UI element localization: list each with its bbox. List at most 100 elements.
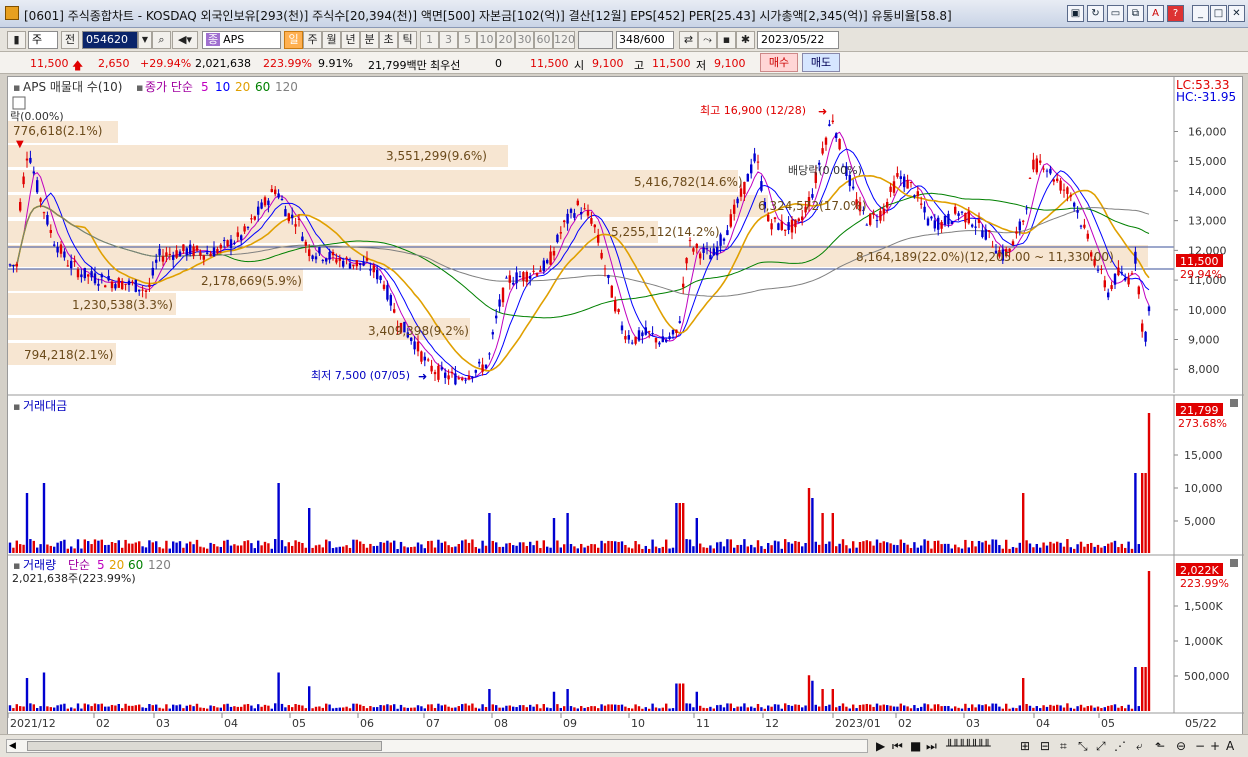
sell-button[interactable]: 매도: [802, 53, 840, 72]
minute-5[interactable]: 5: [458, 31, 477, 49]
window-icon[interactable]: ⧉: [1127, 5, 1144, 22]
volume-bar: [821, 689, 824, 711]
chart-scrollbar[interactable]: ◀: [6, 739, 868, 753]
volume-panel-close-icon[interactable]: [1230, 559, 1238, 567]
minute-10[interactable]: 10: [477, 31, 496, 49]
period-week[interactable]: 주: [303, 31, 322, 49]
amount-bar: [675, 503, 678, 553]
volume-bar: [416, 705, 420, 711]
volume-bar: [488, 689, 491, 711]
amount-bar: [267, 543, 270, 553]
chart-type-icon[interactable]: ▮: [7, 31, 26, 49]
volume-bar: [427, 704, 430, 711]
tool-icon-2[interactable]: ⊟: [1040, 738, 1050, 754]
volume-bar: [447, 706, 450, 711]
x-tick-label: 05: [1101, 717, 1115, 730]
chart-area[interactable]: 776,618(2.1%) 3,551,299(9.6%) 5,416,782(14…: [7, 76, 1244, 737]
tool-icon-7[interactable]: ⤶: [1136, 738, 1143, 754]
stop-icon[interactable]: ■: [910, 738, 921, 754]
volume-bar: [189, 704, 192, 711]
scroll-icon[interactable]: ⇄: [679, 31, 698, 49]
help-icon[interactable]: ?: [1167, 5, 1184, 22]
amount-bar: [1073, 548, 1076, 553]
refresh-icon[interactable]: ↻: [1087, 5, 1104, 22]
zoom-out-icon[interactable]: ⊖: [1176, 738, 1186, 754]
amount-bar: [977, 540, 981, 553]
stock-chart-svg[interactable]: 776,618(2.1%) 3,551,299(9.6%) 5,416,782(14…: [7, 77, 1244, 737]
next-icon[interactable]: ⏭: [926, 738, 937, 754]
first-icon[interactable]: ▶: [876, 738, 885, 754]
tool-icon-3[interactable]: ⌗: [1060, 738, 1067, 754]
minute-20[interactable]: 20: [496, 31, 515, 49]
volume-bar: [12, 708, 15, 711]
volume-bar: [491, 704, 494, 711]
minute-60[interactable]: 60: [534, 31, 553, 49]
screen-icon[interactable]: ▭: [1107, 5, 1124, 22]
minute-3[interactable]: 3: [439, 31, 458, 49]
volume-bar: [1066, 703, 1069, 711]
minimize-button[interactable]: _: [1192, 5, 1209, 22]
volume-bar: [682, 683, 685, 711]
x-tick-label: 03: [966, 717, 980, 730]
candle-body: [121, 281, 124, 290]
period-day[interactable]: 일: [284, 31, 303, 49]
zoom-in-icon[interactable]: +: [1210, 738, 1220, 754]
count-field[interactable]: 348/600: [616, 31, 674, 49]
save-icon[interactable]: ▪: [717, 31, 736, 49]
search-icon[interactable]: ⌕: [152, 31, 171, 49]
candle-body: [658, 342, 661, 345]
candle-body: [991, 246, 994, 248]
minute-30[interactable]: 30: [515, 31, 534, 49]
speaker-icon[interactable]: ◀▾: [172, 31, 198, 49]
code-dropdown-icon[interactable]: ▼: [138, 31, 152, 49]
prev-button[interactable]: 전: [61, 31, 79, 49]
period-second[interactable]: 초: [379, 31, 398, 49]
period-tick[interactable]: 틱: [398, 31, 417, 49]
prev-icon[interactable]: ⏮: [892, 738, 903, 754]
scroll-thumb[interactable]: [27, 741, 382, 751]
period-year[interactable]: 년: [341, 31, 360, 49]
tool-icon-8[interactable]: ⬑: [1155, 738, 1165, 754]
amount-bar: [508, 542, 511, 553]
volume-bar: [267, 705, 270, 711]
grid-icon[interactable]: [12, 96, 26, 110]
alert-icon[interactable]: A: [1147, 5, 1164, 22]
ruler-icon[interactable]: ╨╨╨╨╨╨╨: [946, 738, 991, 754]
amount-bar: [464, 539, 467, 553]
date-field[interactable]: 2023/05/22: [757, 31, 839, 49]
minute-1[interactable]: 1: [420, 31, 439, 49]
tool-icon-1[interactable]: ⊞: [1020, 738, 1030, 754]
custom-period-select[interactable]: [578, 31, 613, 49]
buy-button[interactable]: 매수: [760, 53, 798, 72]
amount-tick-label: 15,000: [1184, 449, 1223, 462]
compare-icon[interactable]: ⤳: [698, 31, 717, 49]
volume-bar: [855, 708, 858, 711]
tool-icon-5[interactable]: ⤢: [1096, 738, 1106, 754]
volume-bar: [522, 705, 525, 711]
settings-icon[interactable]: ✱: [736, 31, 755, 49]
dividend-label: 배당락(0.00%): [788, 164, 862, 177]
minute-120[interactable]: 120: [553, 31, 575, 49]
period-minute[interactable]: 분: [360, 31, 379, 49]
x-tick-label: 12: [765, 717, 779, 730]
market-select[interactable]: 주: [28, 31, 58, 49]
font-size-icon[interactable]: A: [1226, 738, 1234, 754]
amount-bar: [644, 545, 647, 553]
amount-bar: [746, 546, 749, 553]
minus-icon[interactable]: −: [1195, 738, 1205, 754]
candle-body: [906, 180, 909, 189]
tool-icon-6[interactable]: ⋰: [1114, 738, 1126, 754]
link-icon[interactable]: ▣: [1067, 5, 1084, 22]
code-input[interactable]: 054620: [82, 31, 138, 49]
amount-bar: [1124, 547, 1127, 553]
volume-bar: [335, 707, 338, 711]
close-button[interactable]: ✕: [1228, 5, 1245, 22]
volume-bar: [430, 704, 433, 711]
maximize-button[interactable]: □: [1210, 5, 1227, 22]
amount-bar: [39, 544, 42, 553]
volume-panel-title: 거래량: [23, 558, 56, 572]
tool-icon-4[interactable]: ⤡: [1078, 738, 1088, 754]
scroll-left-icon[interactable]: ◀: [9, 741, 16, 751]
amount-panel-close-icon[interactable]: [1230, 399, 1238, 407]
period-month[interactable]: 월: [322, 31, 341, 49]
